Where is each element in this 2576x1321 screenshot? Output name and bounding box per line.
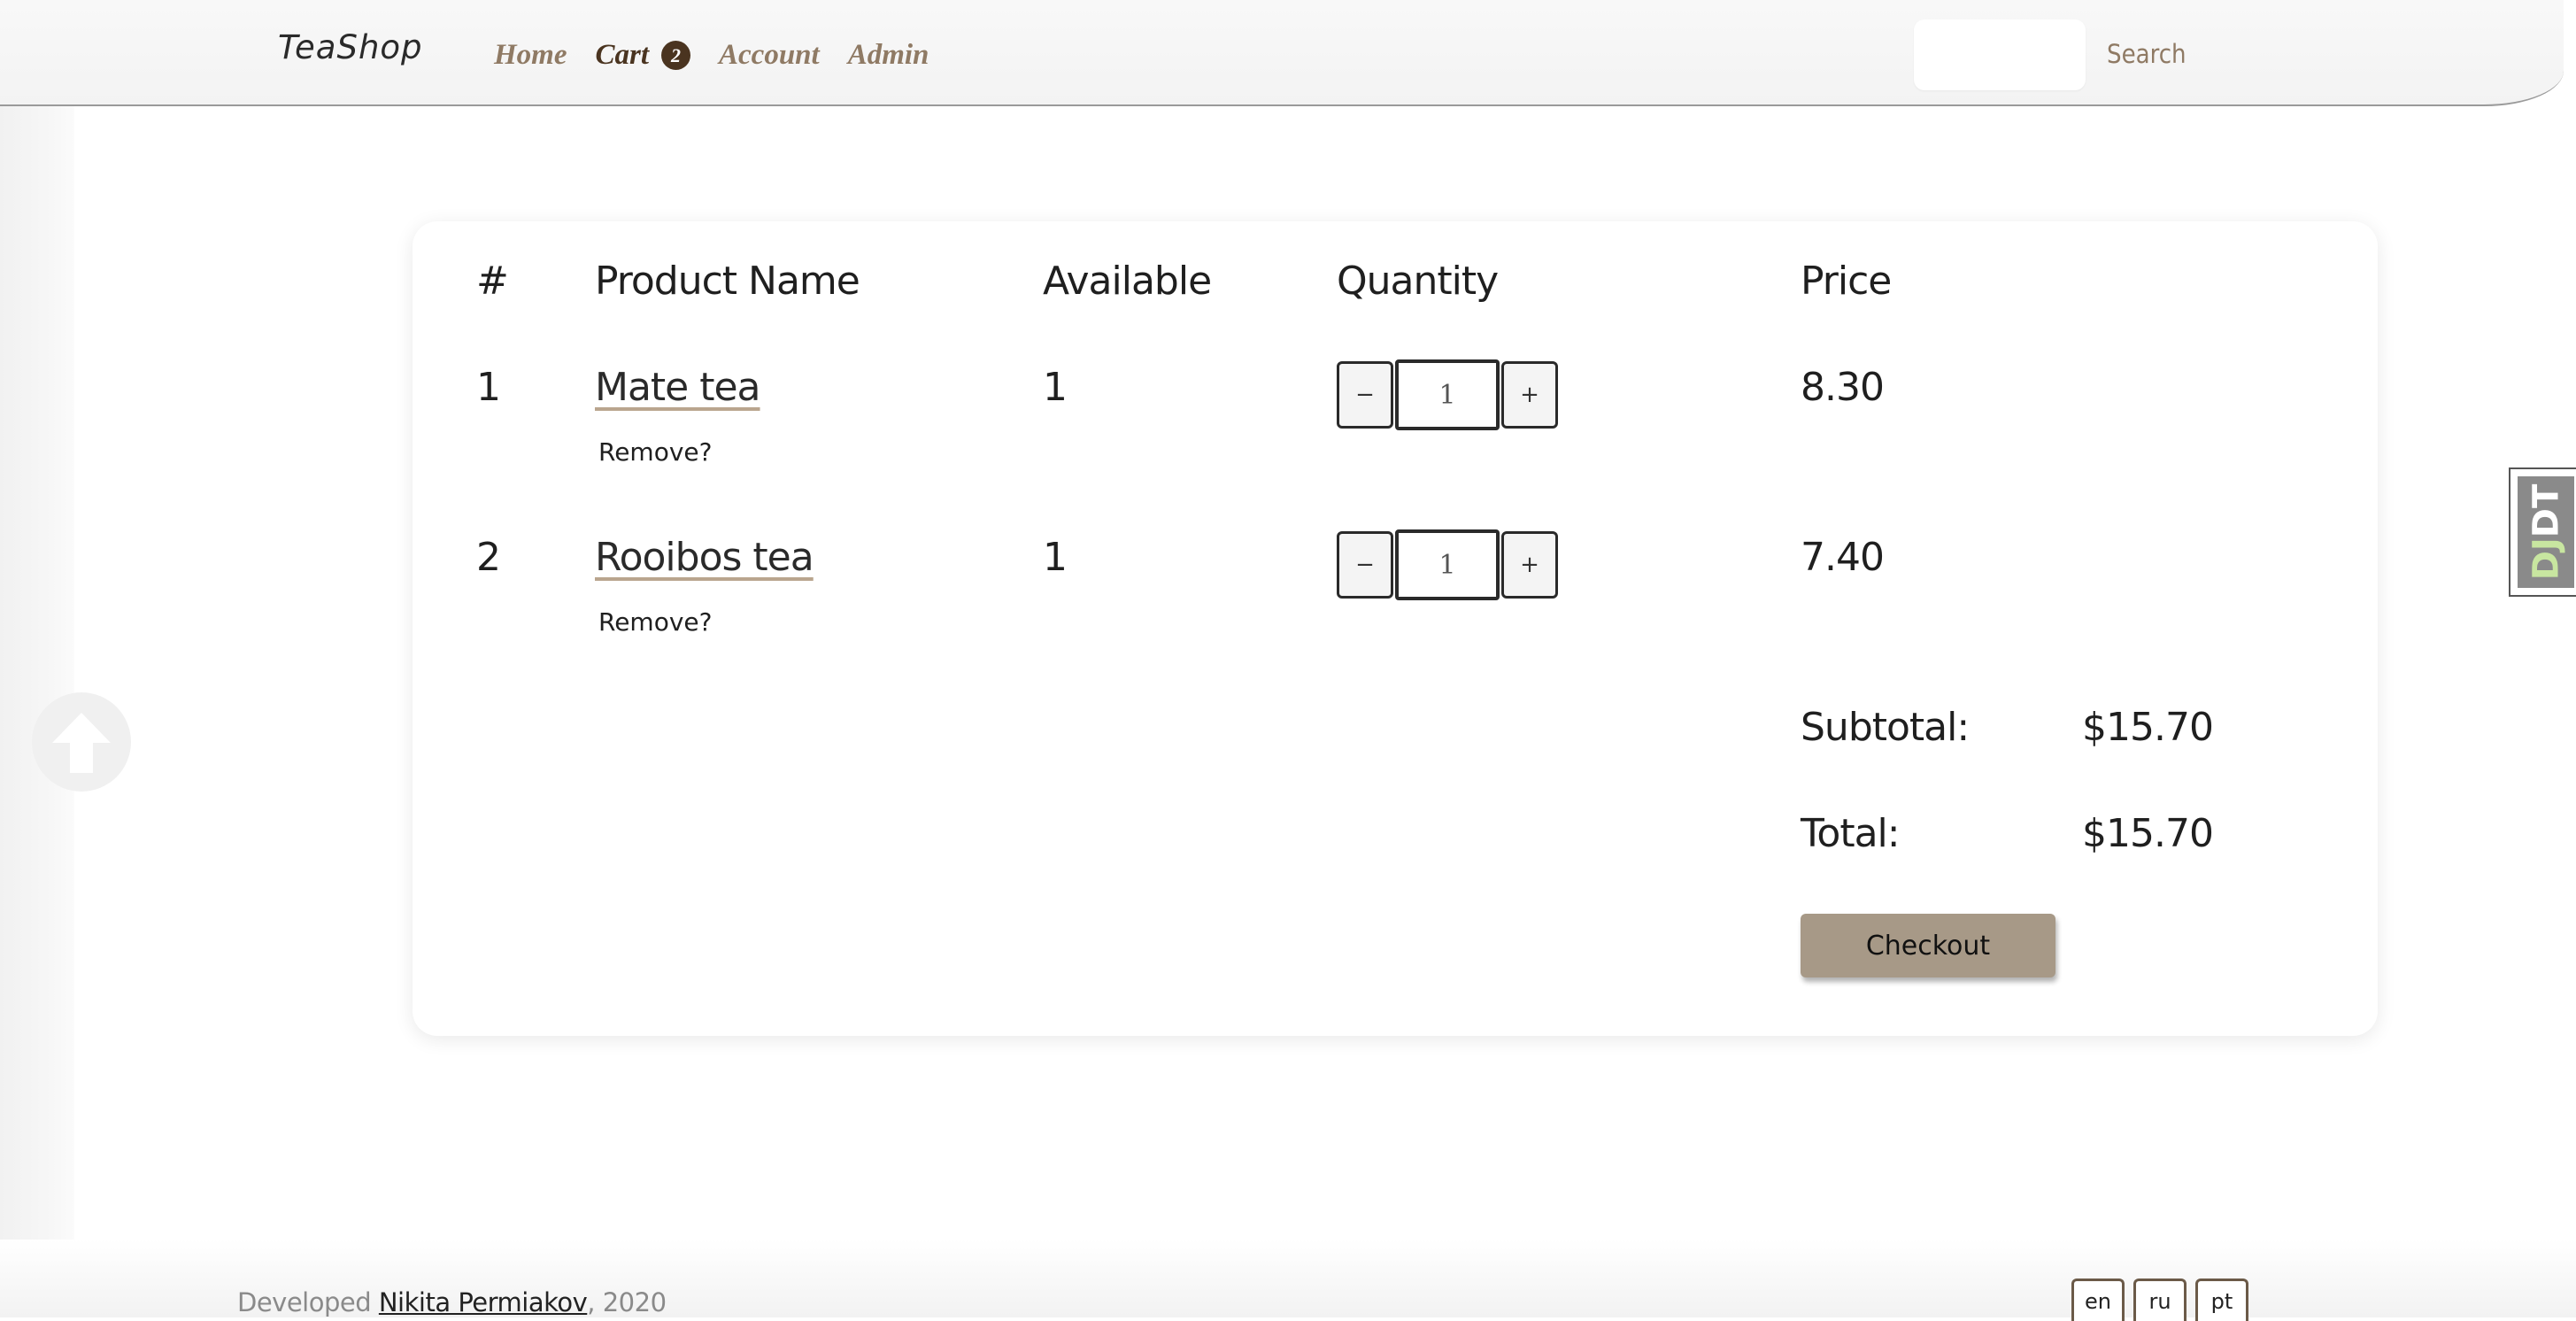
total-value: $15.70 <box>2082 811 2214 856</box>
navbar: TeaShop Home Cart 2 Account Admin Search <box>0 0 2564 106</box>
brand-logo[interactable]: TeaShop <box>278 28 423 66</box>
search-input[interactable] <box>1914 19 2086 90</box>
product-link-rooibos-tea[interactable]: Rooibos tea <box>595 535 814 580</box>
column-header-available: Available <box>1043 259 1212 304</box>
footer-credits: Developed Nikita Permiakov, 2020 <box>237 1287 667 1317</box>
nav-home[interactable]: Home <box>494 39 567 72</box>
column-header-product: Product Name <box>595 259 860 304</box>
quantity-increase-button[interactable]: + <box>1501 361 1558 429</box>
quantity-input[interactable]: 1 <box>1395 529 1500 600</box>
footer-suffix: , 2020 <box>587 1287 667 1317</box>
available-stock: 1 <box>1043 365 1068 410</box>
footer-author-link[interactable]: Nikita Permiakov <box>379 1287 588 1317</box>
subtotal-label: Subtotal: <box>1801 705 1970 750</box>
quantity-input[interactable]: 1 <box>1395 359 1500 430</box>
subtotal-value: $15.70 <box>2082 705 2214 750</box>
page-left-shade <box>0 106 74 1275</box>
search-button[interactable]: Search <box>2107 39 2187 69</box>
language-en-button[interactable]: en <box>2071 1279 2125 1321</box>
row-index: 2 <box>476 535 501 580</box>
scroll-to-top-button[interactable] <box>32 692 131 792</box>
nav-cart[interactable]: Cart 2 <box>595 39 691 72</box>
column-header-index: # <box>476 259 509 304</box>
available-stock: 1 <box>1043 535 1068 580</box>
product-link-mate-tea[interactable]: Mate tea <box>595 365 761 410</box>
cart-count-badge: 2 <box>661 41 691 70</box>
language-ru-button[interactable]: ru <box>2133 1279 2187 1321</box>
nav-account[interactable]: Account <box>719 39 820 72</box>
checkout-button[interactable]: Checkout <box>1801 914 2055 977</box>
remove-item-link[interactable]: Remove? <box>598 607 713 637</box>
footer-prefix: Developed <box>237 1287 372 1317</box>
arrow-up-circle-icon <box>52 713 111 773</box>
item-price: 7.40 <box>1801 535 1885 580</box>
total-label: Total: <box>1801 811 1901 856</box>
nav-admin[interactable]: Admin <box>848 39 929 72</box>
row-index: 1 <box>476 365 501 410</box>
quantity-stepper: − 1 + <box>1337 359 1558 430</box>
language-pt-button[interactable]: pt <box>2195 1279 2248 1321</box>
language-switcher: en ru pt <box>2071 1279 2257 1321</box>
quantity-stepper: − 1 + <box>1337 529 1558 600</box>
item-price: 8.30 <box>1801 365 1885 410</box>
quantity-decrease-button[interactable]: − <box>1337 361 1393 429</box>
quantity-decrease-button[interactable]: − <box>1337 531 1393 599</box>
debug-toolbar-handle[interactable]: DJDT <box>2509 467 2576 597</box>
column-header-quantity: Quantity <box>1337 259 1499 304</box>
main-nav: Home Cart 2 Account Admin <box>494 39 957 72</box>
column-header-price: Price <box>1801 259 1892 304</box>
nav-cart-label: Cart <box>595 39 650 71</box>
quantity-increase-button[interactable]: + <box>1501 531 1558 599</box>
debug-toolbar-label-dt: DT <box>2526 483 2566 538</box>
debug-toolbar-label-dj: DJ <box>2526 537 2566 581</box>
debug-toolbar-logo: DJDT <box>2518 476 2574 588</box>
remove-item-link[interactable]: Remove? <box>598 437 713 467</box>
